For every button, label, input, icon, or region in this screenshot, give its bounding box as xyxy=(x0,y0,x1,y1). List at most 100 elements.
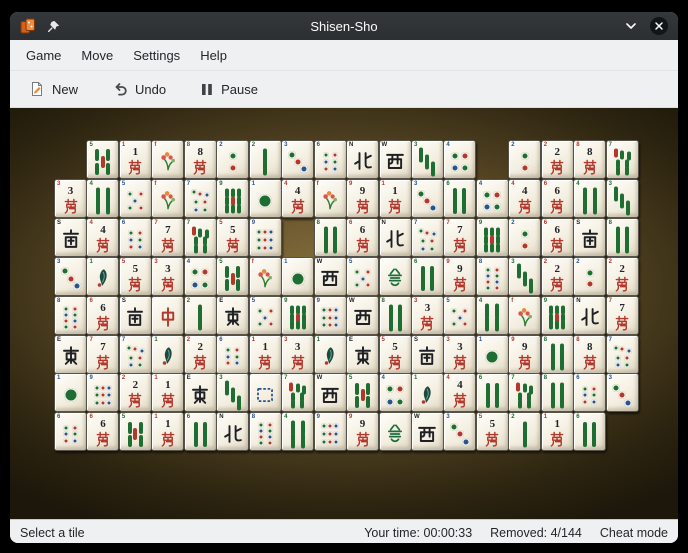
tile-c9[interactable]: 9 xyxy=(314,412,347,451)
titlebar[interactable]: Shisen-Sho xyxy=(10,12,678,40)
tile-b9[interactable]: 9 xyxy=(476,218,509,257)
tile-w5[interactable]: 55 xyxy=(476,412,509,451)
tile-N[interactable]: N xyxy=(573,296,606,335)
tile-c7[interactable]: 7 xyxy=(606,335,639,374)
menu-move[interactable]: Move xyxy=(71,43,123,68)
tile-c2[interactable]: 2 xyxy=(508,140,541,179)
tile-w2[interactable]: 22 xyxy=(606,257,639,296)
tile-w2[interactable]: 22 xyxy=(541,140,574,179)
tile-b6[interactable]: 6 xyxy=(476,373,509,412)
tile-w5[interactable]: 55 xyxy=(216,218,249,257)
tile-DR[interactable] xyxy=(151,296,184,335)
tile-w7[interactable]: 77 xyxy=(606,296,639,335)
tile-w6[interactable]: 66 xyxy=(541,218,574,257)
tile-w6[interactable]: 66 xyxy=(86,296,119,335)
tile-w2[interactable]: 22 xyxy=(541,257,574,296)
tile-c5[interactable]: 5 xyxy=(443,296,476,335)
tile-c2[interactable]: 2 xyxy=(508,218,541,257)
tile-w1[interactable]: 11 xyxy=(379,179,412,218)
tile-w9[interactable]: 99 xyxy=(346,412,379,451)
tile-w6[interactable]: 66 xyxy=(541,179,574,218)
menu-settings[interactable]: Settings xyxy=(123,43,190,68)
tile-b5[interactable]: 5 xyxy=(346,373,379,412)
tile-b5[interactable]: 5 xyxy=(86,140,119,179)
tile-c1[interactable]: 1 xyxy=(54,373,87,412)
tile-S[interactable]: S xyxy=(54,218,87,257)
tile-c9[interactable]: 9 xyxy=(314,296,347,335)
tile-W[interactable]: W xyxy=(314,257,347,296)
tile-w9[interactable]: 99 xyxy=(346,179,379,218)
tile-b3[interactable]: 3 xyxy=(216,373,249,412)
tile-b4[interactable]: 4 xyxy=(573,179,606,218)
tile-b2[interactable]: 2 xyxy=(249,140,282,179)
tile-c3[interactable]: 3 xyxy=(606,373,639,412)
tile-W[interactable]: W xyxy=(411,412,444,451)
tile-c8[interactable]: 8 xyxy=(54,296,87,335)
tile-w6[interactable]: 66 xyxy=(86,412,119,451)
tile-c3[interactable]: 3 xyxy=(281,140,314,179)
tile-w3[interactable]: 33 xyxy=(281,335,314,374)
tile-FL[interactable]: f xyxy=(314,179,347,218)
tile-c8[interactable]: 8 xyxy=(476,257,509,296)
tile-w2[interactable]: 22 xyxy=(184,335,217,374)
tile-c9[interactable]: 9 xyxy=(86,373,119,412)
tile-c9[interactable]: 9 xyxy=(249,218,282,257)
tile-E[interactable]: E xyxy=(184,373,217,412)
tile-E[interactable]: E xyxy=(216,296,249,335)
tile-b7[interactable]: 7 xyxy=(281,373,314,412)
tile-w1[interactable]: 11 xyxy=(119,140,152,179)
tile-w3[interactable]: 33 xyxy=(411,296,444,335)
tile-w4[interactable]: 44 xyxy=(281,179,314,218)
tile-b6[interactable]: 6 xyxy=(443,179,476,218)
tile-w8[interactable]: 88 xyxy=(573,140,606,179)
tile-b1[interactable]: 1 xyxy=(314,335,347,374)
tile-b1[interactable]: 1 xyxy=(411,373,444,412)
tile-w2[interactable]: 22 xyxy=(119,373,152,412)
tile-c6[interactable]: 6 xyxy=(314,140,347,179)
tile-w7[interactable]: 77 xyxy=(443,218,476,257)
tile-w6[interactable]: 66 xyxy=(346,218,379,257)
tile-w3[interactable]: 33 xyxy=(151,257,184,296)
tile-w7[interactable]: 77 xyxy=(86,335,119,374)
tile-w7[interactable]: 77 xyxy=(151,218,184,257)
tile-b3[interactable]: 3 xyxy=(508,257,541,296)
tile-W[interactable]: W xyxy=(379,140,412,179)
tile-c8[interactable]: 8 xyxy=(249,412,282,451)
tile-b6[interactable]: 6 xyxy=(573,412,606,451)
tile-S[interactable]: S xyxy=(411,335,444,374)
tile-c4[interactable]: 4 xyxy=(476,179,509,218)
tile-c4[interactable]: 4 xyxy=(379,373,412,412)
undo-button[interactable]: Undo xyxy=(103,76,175,102)
tile-W[interactable]: W xyxy=(314,373,347,412)
tile-FL[interactable]: f xyxy=(151,179,184,218)
tile-S[interactable]: S xyxy=(573,218,606,257)
tile-c7[interactable]: 7 xyxy=(119,335,152,374)
tile-c1[interactable]: 1 xyxy=(281,257,314,296)
tile-c7[interactable]: 7 xyxy=(411,218,444,257)
pause-button[interactable]: Pause xyxy=(191,77,267,102)
tile-w4[interactable]: 44 xyxy=(443,373,476,412)
tile-b3[interactable]: 3 xyxy=(411,140,444,179)
tile-w8[interactable]: 88 xyxy=(573,335,606,374)
tile-b6[interactable]: 6 xyxy=(184,412,217,451)
tile-c2[interactable]: 2 xyxy=(573,257,606,296)
tile-c5[interactable]: 5 xyxy=(249,296,282,335)
tile-N[interactable]: N xyxy=(346,140,379,179)
tile-N[interactable]: N xyxy=(379,218,412,257)
tile-b7[interactable]: 7 xyxy=(606,140,639,179)
tile-c6[interactable]: 6 xyxy=(573,373,606,412)
tile-w9[interactable]: 99 xyxy=(443,257,476,296)
shade-button[interactable] xyxy=(622,17,640,35)
tile-S[interactable]: S xyxy=(119,296,152,335)
tile-c6[interactable]: 6 xyxy=(216,335,249,374)
tile-b2[interactable]: 2 xyxy=(184,296,217,335)
tile-b4[interactable]: 4 xyxy=(281,412,314,451)
tile-b4[interactable]: 4 xyxy=(86,179,119,218)
tile-DW[interactable] xyxy=(249,373,282,412)
tile-W[interactable]: W xyxy=(346,296,379,335)
tile-b1[interactable]: 1 xyxy=(86,257,119,296)
tile-w5[interactable]: 55 xyxy=(119,257,152,296)
tile-w1[interactable]: 11 xyxy=(151,412,184,451)
tile-w1[interactable]: 11 xyxy=(249,335,282,374)
tile-b9[interactable]: 9 xyxy=(541,296,574,335)
